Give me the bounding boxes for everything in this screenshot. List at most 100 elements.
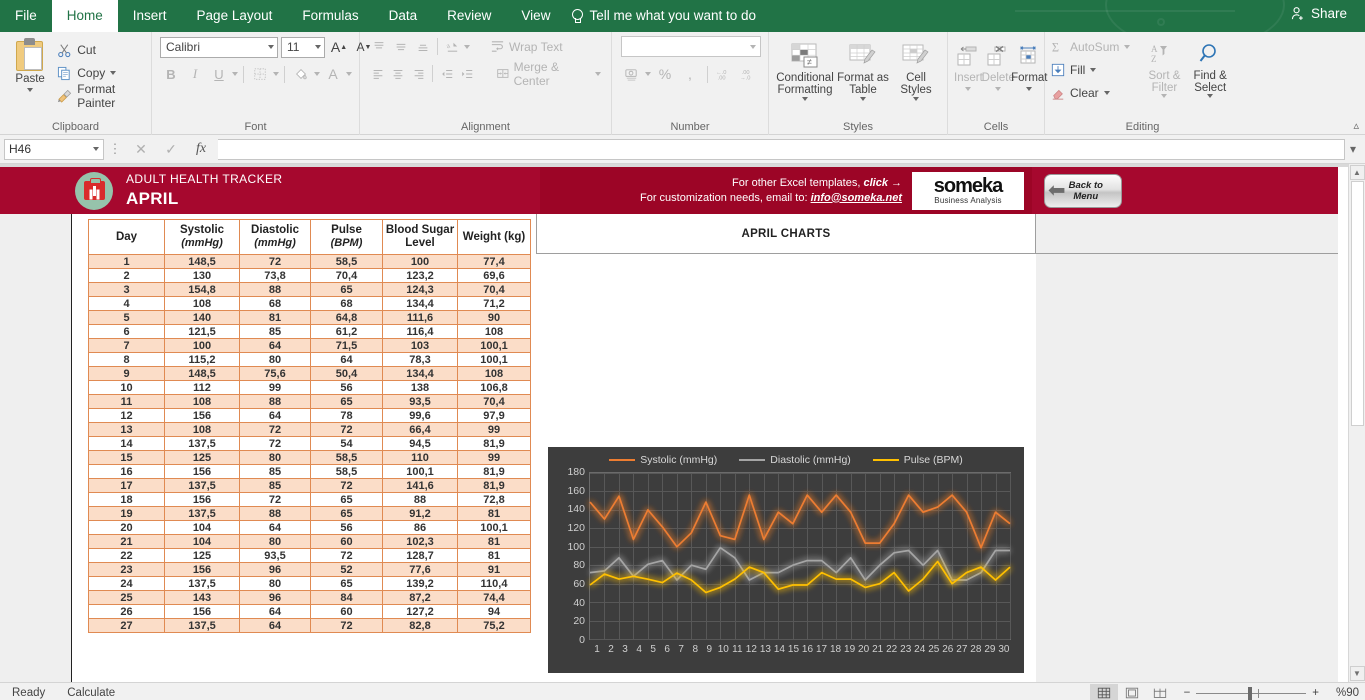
cell-blood-sugar[interactable]: 94,5 xyxy=(382,436,458,451)
format-painter-button[interactable]: Format Painter xyxy=(54,82,145,110)
cell-pulse[interactable]: 65 xyxy=(310,506,383,521)
tab-data[interactable]: Data xyxy=(374,0,433,32)
cell-blood-sugar[interactable]: 134,4 xyxy=(382,296,458,311)
table-row[interactable]: 11 108 88 65 93,5 70,4 xyxy=(88,394,531,409)
underline-caret[interactable] xyxy=(232,72,238,76)
insert-function-button[interactable]: fx xyxy=(186,139,216,160)
table-row[interactable]: 24 137,5 80 65 139,2 110,4 xyxy=(88,576,531,591)
cell-weight[interactable]: 69,6 xyxy=(457,268,531,283)
insert-cells-caret[interactable] xyxy=(965,87,972,91)
cell-weight[interactable]: 70,4 xyxy=(457,282,531,297)
cell-weight[interactable]: 90 xyxy=(457,310,531,325)
fill-caret[interactable] xyxy=(1090,67,1097,72)
wrap-text-button[interactable]: Wrap Text xyxy=(486,36,567,57)
cell-systolic[interactable]: 108 xyxy=(164,394,240,409)
conditional-formatting-button[interactable]: ≠ Conditional Formatting xyxy=(775,38,835,101)
cell-weight[interactable]: 97,9 xyxy=(457,408,531,423)
cell-pulse[interactable]: 65 xyxy=(310,394,383,409)
cell-diastolic[interactable]: 81 xyxy=(239,310,311,325)
cell-diastolic[interactable]: 80 xyxy=(239,534,311,549)
cell-diastolic[interactable]: 72 xyxy=(239,422,311,437)
cell-diastolic[interactable]: 99 xyxy=(239,380,311,395)
tab-page-layout[interactable]: Page Layout xyxy=(182,0,288,32)
fill-color-caret[interactable] xyxy=(314,72,320,76)
number-format-caret[interactable] xyxy=(750,44,756,49)
format-cells-button[interactable]: Format xyxy=(1011,38,1047,91)
cell-blood-sugar[interactable]: 111,6 xyxy=(382,310,458,325)
cell-diastolic[interactable]: 85 xyxy=(239,324,311,339)
table-row[interactable]: 6 121,5 85 61,2 116,4 108 xyxy=(88,324,531,339)
cell-diastolic[interactable]: 73,8 xyxy=(239,268,311,283)
cell-systolic[interactable]: 137,5 xyxy=(164,436,240,451)
font-color-caret[interactable] xyxy=(346,72,352,76)
cell-day[interactable]: 15 xyxy=(88,450,165,465)
cell-blood-sugar[interactable]: 66,4 xyxy=(382,422,458,437)
cell-day[interactable]: 22 xyxy=(88,548,165,563)
table-row[interactable]: 13 108 72 72 66,4 99 xyxy=(88,422,531,437)
table-row[interactable]: 14 137,5 72 54 94,5 81,9 xyxy=(88,436,531,451)
cell-systolic[interactable]: 108 xyxy=(164,296,240,311)
font-size-input[interactable]: 11 xyxy=(281,36,325,58)
cell-blood-sugar[interactable]: 86 xyxy=(382,520,458,535)
back-to-menu-button[interactable]: ⬅ Back to Menu xyxy=(1044,173,1122,208)
cell-diastolic[interactable]: 64 xyxy=(239,618,311,633)
cell-blood-sugar[interactable]: 138 xyxy=(382,380,458,395)
borders-caret[interactable] xyxy=(273,72,279,76)
accounting-caret[interactable] xyxy=(645,72,651,76)
cell-blood-sugar[interactable]: 141,6 xyxy=(382,478,458,493)
table-row[interactable]: 2 130 73,8 70,4 123,2 69,6 xyxy=(88,268,531,283)
paste-dropdown-caret[interactable] xyxy=(27,88,34,92)
cell-blood-sugar[interactable]: 116,4 xyxy=(382,324,458,339)
cell-systolic[interactable]: 143 xyxy=(164,590,240,605)
cell-weight[interactable]: 108 xyxy=(457,366,531,381)
cell-day[interactable]: 4 xyxy=(88,296,165,311)
cell-weight[interactable]: 81,9 xyxy=(457,478,531,493)
borders-button[interactable] xyxy=(249,63,271,85)
cell-systolic[interactable]: 140 xyxy=(164,310,240,325)
cell-blood-sugar[interactable]: 134,4 xyxy=(382,366,458,381)
number-format-select[interactable] xyxy=(621,36,761,57)
zoom-control[interactable]: − + xyxy=(1184,686,1319,700)
cell-pulse[interactable]: 78 xyxy=(310,408,383,423)
sort-filter-button[interactable]: A Z Sort & Filter xyxy=(1143,36,1187,98)
zoom-in-button[interactable]: + xyxy=(1312,687,1319,699)
clear-button[interactable]: Clear xyxy=(1051,82,1143,103)
cell-weight[interactable]: 71,2 xyxy=(457,296,531,311)
tab-formulas[interactable]: Formulas xyxy=(287,0,373,32)
cell-pulse[interactable]: 60 xyxy=(310,604,383,619)
grow-font-button[interactable]: A ▲ xyxy=(328,36,350,58)
cell-blood-sugar[interactable]: 99,6 xyxy=(382,408,458,423)
cell-pulse[interactable]: 58,5 xyxy=(310,464,383,479)
cell-day[interactable]: 16 xyxy=(88,464,165,479)
cell-pulse[interactable]: 64,8 xyxy=(310,310,383,325)
table-row[interactable]: 27 137,5 64 72 82,8 75,2 xyxy=(88,618,531,633)
enter-formula-button[interactable]: ✓ xyxy=(156,139,186,160)
cell-systolic[interactable]: 104 xyxy=(164,520,240,535)
table-row[interactable]: 9 148,5 75,6 50,4 134,4 108 xyxy=(88,366,531,381)
cell-blood-sugar[interactable]: 100 xyxy=(382,254,458,269)
font-name-input[interactable]: Calibri xyxy=(160,36,278,58)
cell-diastolic[interactable]: 72 xyxy=(239,254,311,269)
orientation-button[interactable]: a xyxy=(442,36,463,57)
fill-button[interactable]: Fill xyxy=(1051,59,1143,80)
cell-pulse[interactable]: 65 xyxy=(310,576,383,591)
cell-weight[interactable]: 72,8 xyxy=(457,492,531,507)
table-row[interactable]: 5 140 81 64,8 111,6 90 xyxy=(88,310,531,325)
cell-pulse[interactable]: 52 xyxy=(310,562,383,577)
percent-style-button[interactable]: % xyxy=(654,63,676,85)
cell-diastolic[interactable]: 88 xyxy=(239,506,311,521)
cell-day[interactable]: 5 xyxy=(88,310,165,325)
merge-center-button[interactable]: Merge & Center xyxy=(492,60,605,88)
cell-diastolic[interactable]: 93,5 xyxy=(239,548,311,563)
cell-day[interactable]: 23 xyxy=(88,562,165,577)
cell-systolic[interactable]: 137,5 xyxy=(164,618,240,633)
cell-systolic[interactable]: 156 xyxy=(164,562,240,577)
page-break-view-button[interactable] xyxy=(1146,684,1174,700)
cell-day[interactable]: 27 xyxy=(88,618,165,633)
cell-systolic[interactable]: 156 xyxy=(164,464,240,479)
name-box[interactable]: H46 xyxy=(4,138,104,160)
cell-diastolic[interactable]: 64 xyxy=(239,338,311,353)
align-center-button[interactable] xyxy=(388,63,407,84)
tab-insert[interactable]: Insert xyxy=(118,0,182,32)
increase-indent-button[interactable] xyxy=(458,63,477,84)
